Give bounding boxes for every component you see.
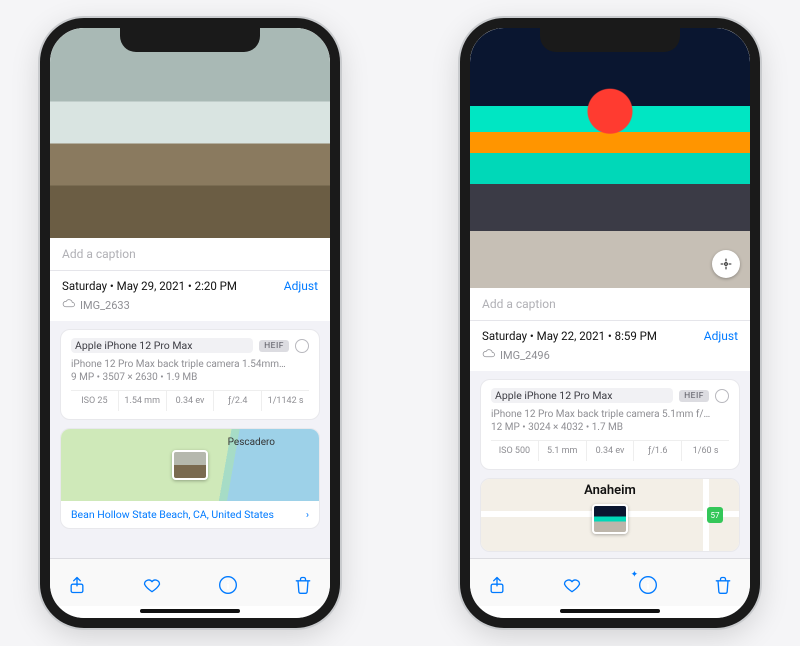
cloud-icon — [62, 297, 75, 313]
map-card[interactable]: Pescadero Bean Hollow State Beach, CA, U… — [60, 428, 320, 529]
map-thumbnail — [592, 504, 628, 534]
device-badge: Apple iPhone 12 Pro Max — [71, 338, 253, 353]
photo-preview[interactable] — [470, 28, 750, 288]
stat-ev: 0.34 ev — [167, 391, 215, 411]
stat-aperture: ƒ/2.4 — [214, 391, 262, 411]
filename: IMG_2633 — [80, 299, 130, 312]
trash-button[interactable] — [292, 574, 314, 596]
photo-date: Saturday • May 29, 2021 • 2:20 PM — [62, 279, 237, 293]
adjust-button[interactable]: Adjust — [704, 329, 738, 343]
adjust-button[interactable]: Adjust — [284, 279, 318, 293]
home-indicator[interactable] — [560, 609, 660, 613]
lens-icon — [715, 389, 729, 403]
map-city-label: Pescadero — [228, 437, 275, 448]
camera-info-card: Apple iPhone 12 Pro Max HEIF iPhone 12 P… — [60, 329, 320, 420]
cloud-icon — [482, 347, 495, 363]
favorite-button[interactable] — [561, 574, 583, 596]
resolution-line: 9 MP • 3507 × 2630 • 1.9 MB — [71, 372, 309, 383]
notch — [120, 28, 260, 52]
stat-focal: 5.1 mm — [539, 441, 587, 461]
info-button[interactable]: ✦ — [637, 574, 659, 596]
stat-aperture: ƒ/1.6 — [634, 441, 682, 461]
bottom-toolbar — [50, 558, 330, 606]
photo-preview[interactable] — [50, 28, 330, 238]
filename: IMG_2496 — [500, 349, 550, 362]
highway-shield-icon: 57 — [707, 507, 723, 523]
share-button[interactable] — [66, 574, 88, 596]
favorite-button[interactable] — [141, 574, 163, 596]
camera-info-card: Apple iPhone 12 Pro Max HEIF iPhone 12 P… — [480, 379, 740, 470]
stat-shutter: 1/1142 s — [262, 391, 309, 411]
photo-date: Saturday • May 22, 2021 • 8:59 PM — [482, 329, 657, 343]
caption-input[interactable]: Add a caption — [50, 238, 330, 271]
format-badge: HEIF — [679, 390, 709, 402]
home-indicator[interactable] — [140, 609, 240, 613]
camera-line: iPhone 12 Pro Max back triple camera 1.5… — [71, 359, 309, 370]
live-photo-badge[interactable] — [712, 250, 740, 278]
chevron-right-icon: › — [306, 508, 309, 521]
map-card[interactable]: Anaheim 57 — [480, 478, 740, 552]
location-text: Bean Hollow State Beach, CA, United Stat… — [71, 508, 274, 521]
sparkle-icon: ✦ — [631, 570, 639, 580]
caption-input[interactable]: Add a caption — [470, 288, 750, 321]
stat-shutter: 1/60 s — [682, 441, 729, 461]
bottom-toolbar: ✦ — [470, 558, 750, 606]
iphone-left: Add a caption Saturday • May 29, 2021 • … — [40, 18, 340, 628]
map-city-label: Anaheim — [584, 483, 636, 498]
iphone-right: Add a caption Saturday • May 22, 2021 • … — [460, 18, 760, 628]
map-thumbnail — [172, 450, 208, 480]
notch — [540, 28, 680, 52]
share-button[interactable] — [486, 574, 508, 596]
lens-icon — [295, 339, 309, 353]
camera-line: iPhone 12 Pro Max back triple camera 5.1… — [491, 409, 729, 420]
info-button[interactable] — [217, 574, 239, 596]
device-badge: Apple iPhone 12 Pro Max — [491, 388, 673, 403]
stat-focal: 1.54 mm — [119, 391, 167, 411]
stat-iso: ISO 25 — [71, 391, 119, 411]
stat-ev: 0.34 ev — [587, 441, 635, 461]
stat-iso: ISO 500 — [491, 441, 539, 461]
trash-button[interactable] — [712, 574, 734, 596]
format-badge: HEIF — [259, 340, 289, 352]
resolution-line: 12 MP • 3024 × 4032 • 1.7 MB — [491, 422, 729, 433]
